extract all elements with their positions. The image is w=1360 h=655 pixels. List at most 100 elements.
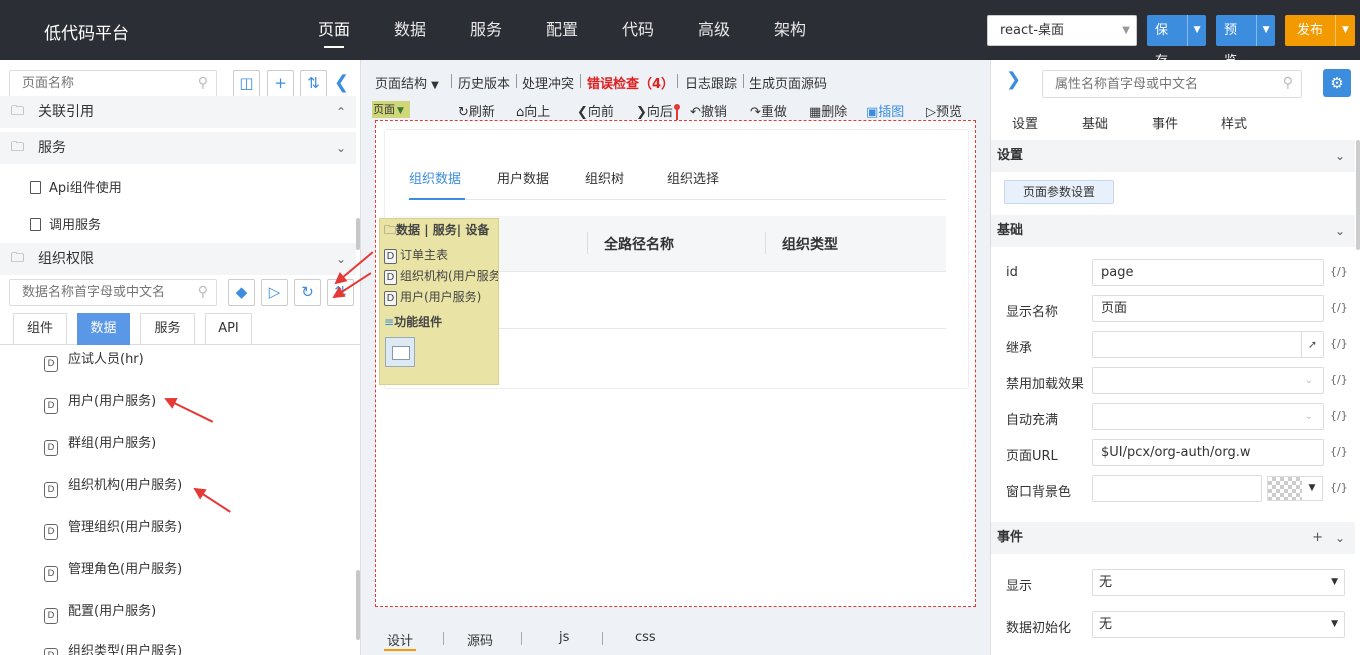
section-events[interactable]: 事件 + ⌄: [991, 522, 1355, 554]
tag-icon[interactable]: ▷: [261, 279, 288, 306]
tab-source[interactable]: 源码: [467, 630, 493, 649]
dnd-item[interactable]: D 用户(用户服务): [384, 288, 498, 306]
list-item[interactable]: D 组织类型(用户服务): [44, 640, 182, 655]
expression-icon[interactable]: {/}: [1330, 337, 1348, 350]
tab-js[interactable]: js: [559, 630, 569, 645]
chevron-down-icon[interactable]: ⌄: [1335, 215, 1345, 247]
sort-icon[interactable]: ⇅: [300, 70, 327, 97]
preview-page-button[interactable]: ▷预览: [926, 101, 962, 120]
section-refs[interactable]: 🗀 关联引用 ⌃: [0, 96, 356, 128]
page-tag[interactable]: 页面 ▼: [372, 101, 410, 118]
pin-icon[interactable]: ◆: [228, 279, 255, 306]
service-item-call[interactable]: 调用服务: [30, 214, 101, 233]
error-check-button[interactable]: 错误检查（4）: [587, 73, 674, 92]
list-item[interactable]: D 管理角色(用户服务): [44, 558, 182, 582]
expression-icon[interactable]: {/}: [1330, 301, 1348, 314]
datasource-search-input[interactable]: [10, 280, 180, 305]
nav-service[interactable]: 服务: [448, 0, 524, 60]
nav-data[interactable]: 数据: [372, 0, 448, 60]
id-field[interactable]: page: [1092, 259, 1324, 286]
caret-down-icon[interactable]: ▼: [1256, 15, 1275, 46]
forward-button[interactable]: ❮向前: [577, 101, 614, 120]
gen-source-button[interactable]: 生成页面源码: [749, 73, 827, 92]
list-item[interactable]: D 应试人员(hr): [44, 348, 144, 372]
list-item[interactable]: D 用户(用户服务): [44, 390, 156, 414]
screenshot-button[interactable]: ▣插图: [866, 101, 904, 120]
expression-icon[interactable]: {/}: [1330, 409, 1348, 422]
property-search-input[interactable]: [1043, 71, 1263, 97]
publish-button[interactable]: 发布 ▼: [1285, 15, 1355, 46]
page-url-field[interactable]: $UI/pcx/org-auth/org.w: [1092, 439, 1324, 466]
dnd-item[interactable]: D 订单主表: [384, 246, 498, 264]
color-picker[interactable]: ▼: [1267, 476, 1323, 501]
search-icon[interactable]: ⚲: [198, 284, 208, 300]
scrollbar-thumb[interactable]: [1356, 140, 1360, 250]
chevron-down-icon[interactable]: ⌄: [336, 243, 346, 275]
tab-org-data[interactable]: 组织数据: [409, 168, 461, 187]
nav-config[interactable]: 配置: [524, 0, 600, 60]
tab-design[interactable]: 设计: [387, 630, 413, 649]
refresh-button[interactable]: ↻刷新: [458, 101, 495, 120]
tab-css[interactable]: css: [635, 630, 656, 645]
column-header-fullpath[interactable]: 全路径名称: [604, 234, 674, 254]
chevron-right-icon[interactable]: ❯: [1006, 69, 1021, 90]
tab-components[interactable]: 组件: [13, 313, 67, 345]
link-icon[interactable]: ➚: [1301, 332, 1323, 357]
undo-button[interactable]: ↶撤销: [690, 101, 727, 120]
scrollbar-thumb[interactable]: [356, 218, 360, 250]
tab-user-data[interactable]: 用户数据: [497, 168, 549, 187]
gear-icon[interactable]: ⚙: [1323, 69, 1351, 97]
tab-org-tree[interactable]: 组织树: [585, 168, 624, 187]
tab-api[interactable]: API: [205, 313, 252, 345]
expression-icon[interactable]: {/}: [1330, 445, 1348, 458]
page-param-button[interactable]: 页面参数设置: [1004, 180, 1114, 204]
nav-code[interactable]: 代码: [600, 0, 676, 60]
show-event-select[interactable]: 无 ▼: [1092, 569, 1345, 596]
expression-icon[interactable]: {/}: [1330, 265, 1348, 278]
tab-settings[interactable]: 设置: [1012, 113, 1038, 132]
chevron-up-icon[interactable]: ⌃: [336, 96, 346, 128]
tab-events[interactable]: 事件: [1152, 113, 1178, 132]
nav-page[interactable]: 页面: [296, 0, 372, 60]
conflict-button[interactable]: 处理冲突: [522, 73, 574, 92]
section-basic[interactable]: 基础 ⌄: [991, 215, 1355, 247]
tab-org-select[interactable]: 组织选择: [667, 168, 719, 187]
search-icon[interactable]: ⚲: [1283, 75, 1293, 91]
page-structure-menu[interactable]: 页面结构 ▼: [375, 73, 439, 92]
list-item[interactable]: D 组织机构(用户服务): [44, 474, 182, 498]
chevron-down-icon[interactable]: ⌄: [1335, 522, 1345, 554]
disable-loading-select[interactable]: ⌄: [1092, 367, 1324, 394]
tab-services[interactable]: 服务: [140, 313, 195, 345]
page-search-input[interactable]: [10, 71, 180, 96]
caret-down-icon[interactable]: ▼: [1335, 15, 1355, 46]
add-icon[interactable]: +: [1312, 522, 1323, 554]
log-button[interactable]: 日志跟踪: [685, 73, 737, 92]
section-services[interactable]: 🗀 服务 ⌄: [0, 132, 356, 164]
scrollbar-thumb[interactable]: [356, 570, 360, 640]
section-org-auth[interactable]: 🗀 组织权限 ⌄: [0, 243, 356, 275]
preview-button[interactable]: 预览 ▼: [1216, 15, 1275, 69]
expression-icon[interactable]: {/}: [1330, 373, 1348, 386]
add-icon[interactable]: +: [267, 70, 294, 97]
widget-thumbnail-icon[interactable]: [385, 337, 415, 367]
nav-advanced[interactable]: 高级: [676, 0, 752, 60]
expression-icon[interactable]: {/}: [1330, 481, 1348, 494]
caret-down-icon[interactable]: ▼: [1187, 15, 1206, 46]
autofill-select[interactable]: ⌄: [1092, 403, 1324, 430]
display-name-field[interactable]: 页面: [1092, 295, 1324, 322]
chevron-down-icon[interactable]: ⌄: [1335, 140, 1345, 172]
env-select[interactable]: react-桌面 ▼: [987, 15, 1137, 46]
history-button[interactable]: 历史版本: [458, 73, 510, 92]
tab-data[interactable]: 数据: [77, 313, 130, 345]
bgcolor-field[interactable]: [1092, 475, 1262, 502]
redo-button[interactable]: ↷重做: [750, 101, 787, 120]
chevron-down-icon[interactable]: ⌄: [336, 132, 346, 164]
up-button[interactable]: ⌂向上: [516, 101, 550, 120]
service-item-api[interactable]: Api组件使用: [30, 177, 122, 196]
list-item[interactable]: D 群组(用户服务): [44, 432, 156, 456]
tab-basic[interactable]: 基础: [1082, 113, 1108, 132]
delete-button[interactable]: ▦删除: [809, 101, 847, 120]
dnd-item[interactable]: D 组织机构(用户服务): [384, 267, 498, 285]
column-header-orgtype[interactable]: 组织类型: [782, 234, 838, 254]
list-item[interactable]: D 配置(用户服务): [44, 600, 156, 624]
